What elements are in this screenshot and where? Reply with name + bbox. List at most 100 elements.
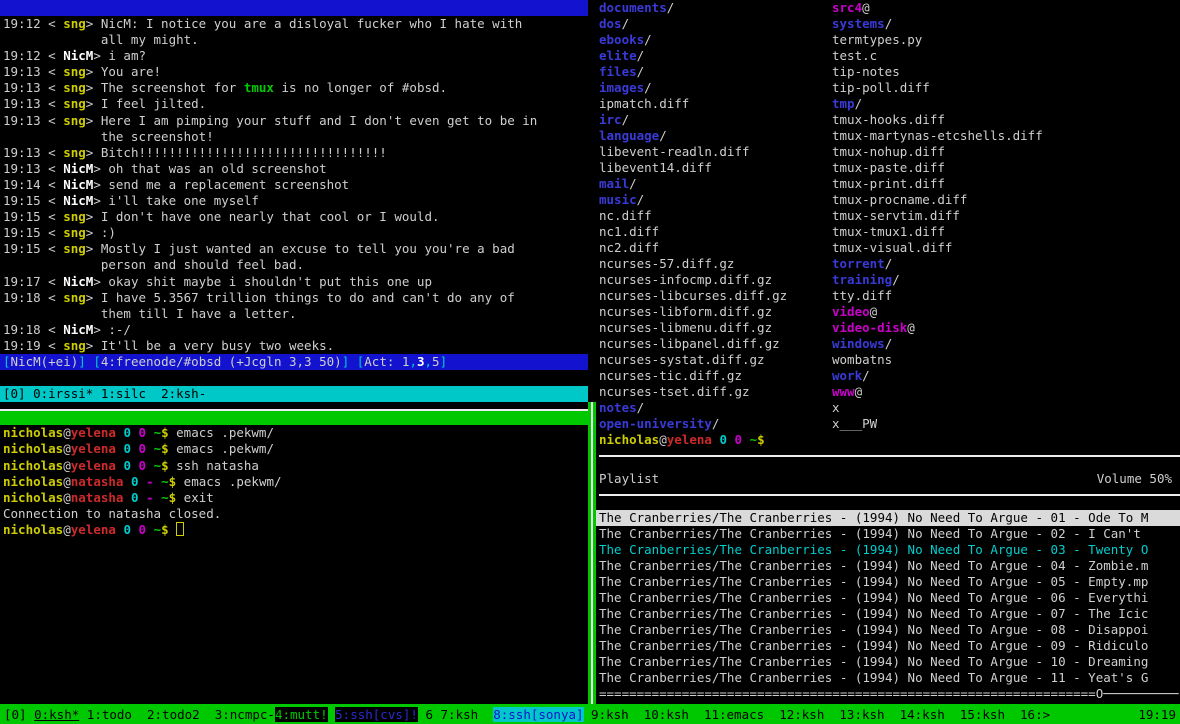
file-list-row: nc.difftmux-servtim.diff <box>596 208 1180 224</box>
file-entry: video-disk@ <box>832 320 915 336</box>
window-tab[interactable]: 0:ksh* <box>34 707 79 722</box>
inner-window-tab[interactable]: 0:irssi* <box>33 386 93 401</box>
file-entry: termtypes.py <box>832 32 922 48</box>
file-entry: language/ <box>599 128 832 144</box>
irc-message-line: 19:13 < sng> The screenshot for tmux is … <box>0 80 588 96</box>
file-entry: tmux-nohup.diff <box>832 144 945 160</box>
file-list-row: dos/systems/ <box>596 16 1180 32</box>
file-entry: notes/ <box>599 400 832 416</box>
playlist-row[interactable]: The Cranberries/The Cranberries - (1994)… <box>596 558 1180 574</box>
player-volume: Volume 50% <box>1097 471 1172 487</box>
file-entry: ncurses-infocmp.diff.gz <box>599 272 832 288</box>
file-list-pane[interactable]: documents/src4@dos/systems/ebooks/termty… <box>596 0 1180 448</box>
playlist-row[interactable]: The Cranberries/The Cranberries - (1994)… <box>596 670 1180 686</box>
playlist-row[interactable]: The Cranberries/The Cranberries - (1994)… <box>596 622 1180 638</box>
session-indicator: [0] <box>4 707 34 722</box>
pane-border-vertical[interactable] <box>588 0 596 704</box>
irc-message-line: 19:18 < sng> I have 5.3567 trillion thin… <box>0 290 588 306</box>
playlist-row[interactable]: The Cranberries/The Cranberries - (1994)… <box>596 510 1180 526</box>
file-entry: tmux-tmux1.diff <box>832 224 945 240</box>
file-list-row: mail/tmux-print.diff <box>596 176 1180 192</box>
tmux-status-bar: [0] 0:ksh* 1:todo 2:todo2 3:ncmpc-4:mutt… <box>0 704 1180 724</box>
file-entry: tmux-procname.diff <box>832 192 967 208</box>
window-tab[interactable]: 9:ksh 10:ksh 11:emacs 12:ksh 13:ksh 14:k… <box>584 707 1051 722</box>
shell-line: nicholas@yelena 0 0 ~$ emacs .pekwm/ <box>0 425 588 441</box>
file-entry: tmux-paste.diff <box>832 160 945 176</box>
file-entry: documents/ <box>599 0 832 16</box>
window-tab[interactable]: 5:ssh[cvs]! <box>335 707 418 722</box>
file-list-row: irc/tmux-hooks.diff <box>596 112 1180 128</box>
irc-message-line: the screenshot! <box>0 129 588 145</box>
file-entry: ncurses-libcurses.diff.gz <box>599 288 832 304</box>
file-entry: mail/ <box>599 176 832 192</box>
tmux-screen: http://apina.nwpshost.com/medium/m_2298.… <box>0 0 1180 724</box>
playlist-row[interactable]: The Cranberries/The Cranberries - (1994)… <box>596 638 1180 654</box>
file-list-row: ncurses-tic.diff.gzwork/ <box>596 368 1180 384</box>
window-tab[interactable]: 1:todo 2:todo2 3:ncmpc- <box>79 707 275 722</box>
shell-pane[interactable]: nicholas@yelena 0 0 ~$ emacs .pekwm/nich… <box>0 425 588 538</box>
file-list-row: ipmatch.difftmp/ <box>596 96 1180 112</box>
irc-input-line[interactable]: [#obsd] <box>0 370 588 386</box>
inner-window-tab[interactable]: 2:ksh- <box>146 386 206 401</box>
playlist-row[interactable]: The Cranberries/The Cranberries - (1994)… <box>596 542 1180 558</box>
session-indicator: [0] <box>3 386 33 401</box>
file-entry: nc.diff <box>599 208 832 224</box>
terminal-cursor <box>176 522 184 536</box>
player-progress-bar[interactable]: ========================================… <box>596 686 1180 702</box>
border-line <box>599 455 1180 457</box>
irc-message-line: 19:19 < sng> It'll be a very busy two we… <box>0 338 588 354</box>
irc-message-line: 19:15 < sng> Mostly I just wanted an exc… <box>0 241 588 257</box>
file-entry: training/ <box>832 272 900 288</box>
irc-message-line: 19:13 < sng> You are! <box>0 64 588 80</box>
window-tab[interactable]: 4:mutt! <box>275 707 328 722</box>
file-entry: ncurses-tic.diff.gz <box>599 368 832 384</box>
inner-window-tab[interactable]: 1:silc <box>93 386 146 401</box>
file-entry: test.c <box>832 48 877 64</box>
file-entry: tmux-print.diff <box>832 176 945 192</box>
playlist-row[interactable]: The Cranberries/The Cranberries - (1994)… <box>596 590 1180 606</box>
file-entry: ncurses-libpanel.diff.gz <box>599 336 832 352</box>
shell-line: nicholas@yelena 0 0 ~$ emacs .pekwm/ <box>0 441 588 457</box>
irc-message-line: 19:12 < NicM> i am? <box>0 48 588 64</box>
border-line <box>0 409 588 411</box>
file-entry: tmux-visual.diff <box>832 240 952 256</box>
file-entry: src4@ <box>832 0 870 16</box>
file-entry: windows/ <box>832 336 892 352</box>
file-list-row: ncurses-libpanel.diff.gzwindows/ <box>596 336 1180 352</box>
file-list-row: nc1.difftmux-tmux1.diff <box>596 224 1180 240</box>
file-entry: tip-notes <box>832 64 900 80</box>
playlist-row[interactable]: The Cranberries/The Cranberries - (1994)… <box>596 574 1180 590</box>
file-entry: nc1.diff <box>599 224 832 240</box>
file-list-row: music/tmux-procname.diff <box>596 192 1180 208</box>
player-title: Playlist <box>599 471 659 487</box>
irc-message-line: 19:13 < sng> Here I am pimping your stuf… <box>0 113 588 129</box>
border-line <box>599 494 1180 496</box>
file-entry: tmux-hooks.diff <box>832 112 945 128</box>
player-header-rule <box>596 494 1180 510</box>
pane-border-horizontal-right[interactable] <box>596 455 1180 471</box>
window-tab[interactable]: 6 7:ksh <box>418 707 493 722</box>
shell-line: nicholas@yelena 0 0 ~$ ssh natasha <box>0 458 588 474</box>
file-entry: irc/ <box>599 112 832 128</box>
inner-tmux-status-bar: [0] 0:irssi* 1:silc 2:ksh- <box>0 386 588 402</box>
window-tab[interactable]: 8:ssh[sonya] <box>493 707 583 722</box>
irc-message-line: them till I have a letter. <box>0 306 588 322</box>
irc-message-line: 19:12 < sng> NicM: I notice you are a di… <box>0 16 588 32</box>
file-entry: files/ <box>599 64 832 80</box>
playlist-row[interactable]: The Cranberries/The Cranberries - (1994)… <box>596 526 1180 542</box>
playlist: The Cranberries/The Cranberries - (1994)… <box>596 510 1180 686</box>
clock: 19:19 <box>1138 707 1176 722</box>
shell-prompt-line: nicholas@yelena 0 0 ~$ <box>596 432 1180 448</box>
irc-message-line: 19:15 < sng> :) <box>0 225 588 241</box>
player-header: Playlist Volume 50% <box>596 471 1180 487</box>
file-list-row: ncurses-libform.diff.gzvideo@ <box>596 304 1180 320</box>
file-entry: ncurses-libmenu.diff.gz <box>599 320 832 336</box>
shell-line: nicholas@yelena 0 0 ~$ <box>0 522 588 538</box>
playlist-row[interactable]: The Cranberries/The Cranberries - (1994)… <box>596 606 1180 622</box>
file-list-row: ncurses-tset.diff.gzwww@ <box>596 384 1180 400</box>
file-list-row: ncurses-libmenu.diff.gzvideo-disk@ <box>596 320 1180 336</box>
pane-border-horizontal-left[interactable] <box>0 409 588 425</box>
playlist-row[interactable]: The Cranberries/The Cranberries - (1994)… <box>596 654 1180 670</box>
irc-pane[interactable]: 19:12 < sng> NicM: I notice you are a di… <box>0 16 588 354</box>
file-entry: www@ <box>832 384 862 400</box>
